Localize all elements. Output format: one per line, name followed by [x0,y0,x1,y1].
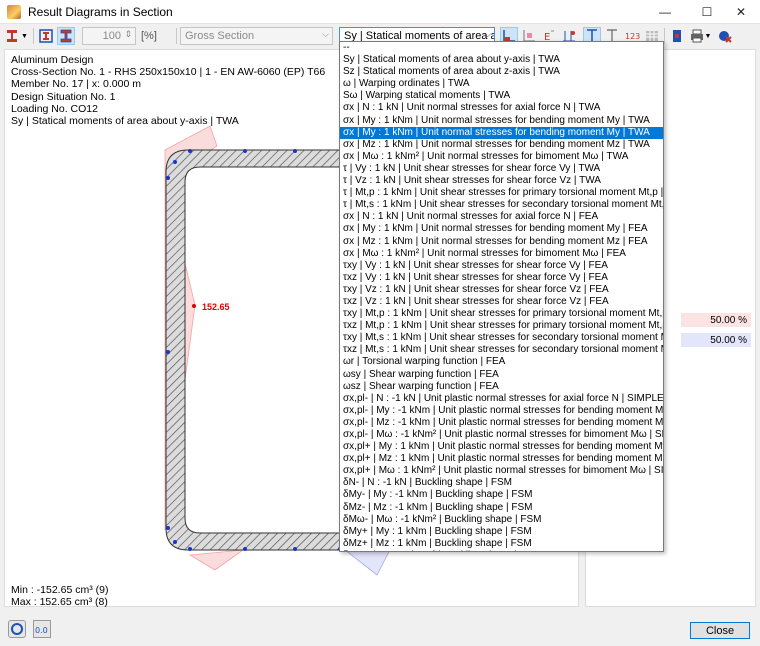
min-value: Min : -152.65 cm³ (9) [11,584,109,596]
i-beam-icon [7,30,18,42]
section-select-button[interactable]: ▼ [3,27,29,45]
dropdown-item[interactable]: τxz | Vz : 1 kN | Unit shear stresses fo… [340,296,663,308]
dropdown-item[interactable]: τxz | Mt,p : 1 kNm | Unit shear stresses… [340,320,663,332]
spin-arrows-icon: ⇕ [124,29,132,39]
dropdown-item[interactable]: δN- | N : -1 kN | Buckling shape | FSM [340,477,663,489]
dropdown-item[interactable]: δMz+ | Mz : 1 kNm | Buckling shape | FSM [340,538,663,550]
app-icon [7,5,21,19]
dropdown-item[interactable]: τxz | Vy : 1 kN | Unit shear stresses fo… [340,272,663,284]
dropdown-item[interactable]: σx | Mz : 1 kNm | Unit normal stresses f… [340,236,663,248]
dropdown-item[interactable]: σx | Mz : 1 kNm | Unit normal stresses f… [340,139,663,151]
dropdown-item[interactable]: σx | N : 1 kN | Unit normal stresses for… [340,211,663,223]
settings-button[interactable] [716,27,734,45]
dropdown-item[interactable]: τxz | Mt,s : 1 kNm | Unit shear stresses… [340,344,663,356]
chevron-down-icon: ▼ [21,32,28,40]
dropdown-item[interactable]: σx | My : 1 kNm | Unit normal stresses f… [340,115,663,127]
toolbar-separator [664,28,665,44]
dropdown-item[interactable]: τxy | Vy : 1 kN | Unit shear stresses fo… [340,260,663,272]
dropdown-item[interactable]: σx,pl- | My : -1 kNm | Unit plastic norm… [340,405,663,417]
toolbar-separator [176,28,177,44]
stress-points-icon [39,29,53,43]
section-type-value: Gross Section [185,30,255,42]
chevron-down-icon: ▼ [704,32,712,40]
section-view-button[interactable] [57,27,75,45]
chevron-down-icon: ⌵ [322,29,329,39]
dropdown-item[interactable]: δMz- | Mz : -1 kNm | Buckling shape | FS… [340,502,663,514]
toolbar-separator [33,28,34,44]
export-icon [673,30,681,42]
close-button[interactable]: Close [690,622,750,639]
dropdown-item[interactable]: Sy | Statical moments of area about y-ax… [340,54,663,66]
scale-value: 100 [102,30,121,42]
title-bar: Result Diagrams in Section — ☐ ✕ [0,0,760,24]
dropdown-item[interactable]: σx,pl- | Mω : -1 kNm² | Unit plastic nor… [340,429,663,441]
dropdown-item[interactable]: τ | Vy : 1 kN | Unit shear stresses for … [340,163,663,175]
dropdown-item[interactable]: τ | Mt,s : 1 kNm | Unit shear stresses f… [340,199,663,211]
extreme-value-label: 152.65 [202,302,230,312]
legend-positive-value: 50.00 % [710,314,747,326]
section-view-icon [60,29,72,43]
svg-text:123: 123 [625,32,640,41]
dropdown-item[interactable]: σx,pl+ | Mz : 1 kNm | Unit plastic norma… [340,453,663,465]
dropdown-item[interactable]: σx,pl- | Mz : -1 kNm | Unit plastic norm… [340,417,663,429]
dropdown-item[interactable]: τ | Mt,p : 1 kNm | Unit shear stresses f… [340,187,663,199]
stress-points-button[interactable] [37,27,55,45]
extreme-marker [192,304,196,308]
dropdown-item[interactable]: δMy- | My : -1 kNm | Buckling shape | FS… [340,489,663,501]
dropdown-item[interactable]: Sω | Warping statical moments | TWA [340,90,663,102]
dropdown-item[interactable]: σx | N : 1 kN | Unit normal stresses for… [340,102,663,114]
dropdown-item[interactable]: σx | My : 1 kNm | Unit normal stresses f… [340,223,663,235]
dropdown-item[interactable]: ω | Warping ordinates | TWA [340,78,663,90]
scale-input[interactable]: 100 ⇕ [82,27,136,45]
chevron-down-icon: ⌵ [484,29,491,39]
units-button[interactable]: 0.0 [33,620,51,638]
dropdown-item[interactable]: δMω- | Mω : -1 kNm² | Buckling shape | F… [340,514,663,526]
dropdown-item[interactable]: τ | Vz : 1 kN | Unit shear stresses for … [340,175,663,187]
help-icon [11,623,23,635]
rhs-section [165,149,351,551]
print-button[interactable]: ▼ [688,27,712,45]
dropdown-item[interactable]: ωsz | Shear warping function | FEA [340,381,663,393]
dropdown-items: -- Sy | Statical moments of area about y-… [340,42,663,551]
dropdown-item[interactable]: -- [340,42,663,54]
dropdown-item[interactable]: σx,pl- | N : -1 kN | Unit plastic normal… [340,393,663,405]
dropdown-item[interactable]: σx,pl+ | Mω : 1 kNm² | Unit plastic norm… [340,465,663,477]
minimize-button[interactable]: — [646,0,684,24]
settings-reset-icon [719,31,732,43]
dropdown-item[interactable]: σx | Mω : 1 kNm² | Unit normal stresses … [340,151,663,163]
printer-icon [690,29,703,43]
dropdown-item[interactable]: Sz | Statical moments of area about z-ax… [340,66,663,78]
dropdown-item[interactable]: σx | My : 1 kNm | Unit normal stresses f… [340,126,663,139]
result-type-dropdown-list[interactable]: -- Sy | Statical moments of area about y-… [339,41,664,552]
scale-unit: [%] [141,30,157,42]
section-type-select[interactable]: Gross Section ⌵ [180,27,333,45]
svg-text:0.0: 0.0 [35,626,48,635]
dropdown-item[interactable]: σx | Mω : 1 kNm² | Unit normal stresses … [340,248,663,260]
dropdown-item[interactable]: ωr | Torsional warping function | FEA [340,356,663,368]
dropdown-item[interactable]: ωsy | Shear warping function | FEA [340,369,663,381]
negative-diagram-bottom [188,549,245,571]
legend-positive: 50.00 % [681,313,751,327]
max-value: Max : 152.65 cm³ (8) [11,596,108,608]
window-title: Result Diagrams in Section [28,5,173,19]
units-icon: 0.0 [35,626,48,635]
dropdown-item[interactable]: τxy | Mt,s : 1 kNm | Unit shear stresses… [340,332,663,344]
help-button[interactable] [8,620,26,638]
bottom-bar: 0.0 [0,612,760,646]
dropdown-item[interactable]: δMω+ | Mω : 1 kNm² | Buckling shape | FS… [340,550,663,551]
dropdown-item[interactable]: δMy+ | My : 1 kNm | Buckling shape | FSM [340,526,663,538]
maximize-button[interactable]: ☐ [688,0,726,24]
window-close-button[interactable]: ✕ [722,0,760,24]
dropdown-item[interactable]: τxy | Vz : 1 kN | Unit shear stresses fo… [340,284,663,296]
dropdown-item[interactable]: τxy | Mt,p : 1 kNm | Unit shear stresses… [340,308,663,320]
extremes-block: Min : -152.65 cm³ (9) Max : 152.65 cm³ (… [11,584,108,608]
legend-negative: 50.00 % [681,333,751,347]
legend-negative-value: 50.00 % [710,334,747,346]
stress-points [166,149,342,551]
export-button[interactable] [668,27,686,45]
dropdown-item[interactable]: σx,pl+ | My : 1 kNm | Unit plastic norma… [340,441,663,453]
